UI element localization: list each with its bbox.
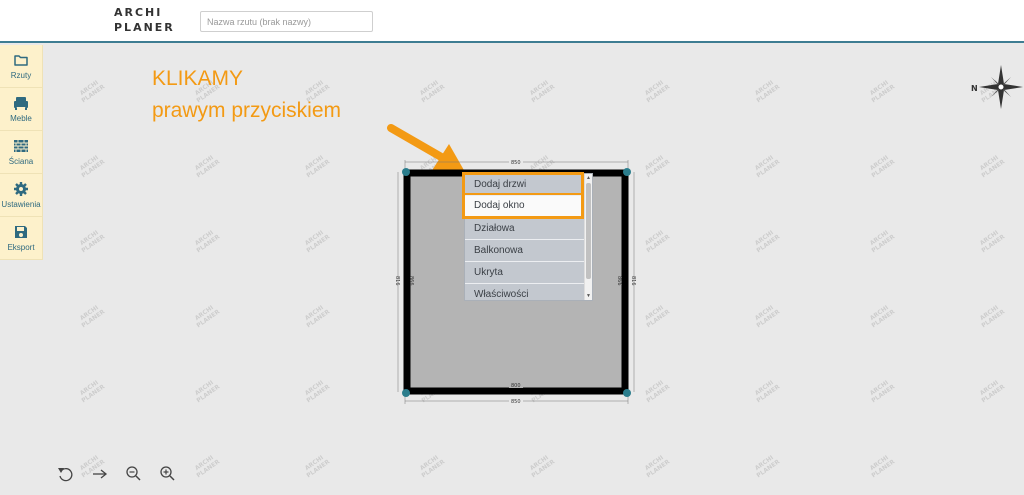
menu-item-properties[interactable]: Właściwości xyxy=(465,284,586,306)
sidebar-item-meble[interactable]: Meble xyxy=(0,88,43,131)
watermark-logo: ARCHIPLANER xyxy=(868,154,897,180)
sidebar: Rzuty Meble Ściana Ustawienia Eksport xyxy=(0,45,43,260)
context-menu-scrollbar[interactable]: ▲ ▼ xyxy=(584,174,592,300)
watermark-logo: ARCHIPLANER xyxy=(303,154,332,180)
watermark-logo: ARCHIPLANER xyxy=(753,454,782,480)
context-menu: Dodaj drzwi Dodaj okno Działowa Balkonow… xyxy=(464,173,593,301)
menu-item-balcony-wall[interactable]: Balkonowa xyxy=(465,240,586,262)
watermark-logo: ARCHIPLANER xyxy=(303,379,332,405)
watermark-logo: ARCHIPLANER xyxy=(643,304,672,330)
watermark-logo: ARCHIPLANER xyxy=(978,379,1007,405)
menu-item-add-door[interactable]: Dodaj drzwi xyxy=(465,174,586,196)
watermark-logo: ARCHIPLANER xyxy=(753,304,782,330)
gear-icon xyxy=(14,182,28,196)
watermark-logo: ARCHIPLANER xyxy=(643,379,672,405)
annotation-title: KLIKAMY xyxy=(152,67,244,90)
watermark-logo: ARCHIPLANER xyxy=(753,154,782,180)
watermark-logo: ARCHIPLANER xyxy=(418,454,447,480)
watermark-logo: ARCHIPLANER xyxy=(303,229,332,255)
logo-line-archi: ARCHI xyxy=(114,6,163,19)
corner-handle-top-left[interactable] xyxy=(402,168,410,176)
corner-handle-top-right[interactable] xyxy=(623,168,631,176)
menu-item-hidden-wall[interactable]: Ukryta xyxy=(465,262,586,284)
watermark-logo: ARCHIPLANER xyxy=(78,379,107,405)
watermark-logo: ARCHIPLANER xyxy=(868,304,897,330)
scroll-up-icon[interactable]: ▲ xyxy=(586,175,591,181)
sidebar-item-rzuty[interactable]: Rzuty xyxy=(0,45,43,88)
watermark-logo: ARCHIPLANER xyxy=(193,379,222,405)
zoom-out-icon[interactable] xyxy=(124,464,144,484)
menu-item-add-window[interactable]: Dodaj okno xyxy=(465,196,586,218)
redo-arrow-icon[interactable] xyxy=(90,464,110,484)
zoom-in-icon[interactable] xyxy=(158,464,178,484)
corner-handle-bottom-right[interactable] xyxy=(623,389,631,397)
dim-bottom-outer-label: 850 xyxy=(511,399,521,405)
dim-bottom-inner-label: 800 xyxy=(511,383,521,389)
dim-right-outer-label: 816 xyxy=(630,276,636,286)
sidebar-item-sciana[interactable]: Ściana xyxy=(0,131,43,174)
top-bar: ARCHI PLANER xyxy=(0,0,1024,43)
dim-left-outer-label: 816 xyxy=(394,276,400,286)
corner-handle-bottom-left[interactable] xyxy=(402,389,410,397)
watermark-logo: ARCHIPLANER xyxy=(978,229,1007,255)
menu-item-partition-wall[interactable]: Działowa xyxy=(465,218,586,240)
sidebar-item-ustawienia[interactable]: Ustawienia xyxy=(0,174,43,217)
dim-top-label: 850 xyxy=(511,160,521,166)
watermark-logo: ARCHIPLANER xyxy=(868,79,897,105)
compass-north-label: N xyxy=(971,84,978,93)
sidebar-item-label: Meble xyxy=(10,114,32,123)
logo-line-planer: PLANER xyxy=(114,21,175,34)
watermark-logo: ARCHIPLANER xyxy=(193,229,222,255)
watermark-logo: ARCHIPLANER xyxy=(868,454,897,480)
watermark-logo: ARCHIPLANER xyxy=(978,304,1007,330)
watermark-logo: ARCHIPLANER xyxy=(753,79,782,105)
watermark-logo: ARCHIPLANER xyxy=(303,454,332,480)
armchair-icon xyxy=(14,97,28,110)
watermark-logo: ARCHIPLANER xyxy=(78,229,107,255)
bottom-toolbar xyxy=(56,464,186,484)
sidebar-item-label: Ściana xyxy=(8,157,34,166)
watermark-logo: ARCHIPLANER xyxy=(643,229,672,255)
watermark-logo: ARCHIPLANER xyxy=(643,79,672,105)
plan-name-input[interactable] xyxy=(200,11,373,32)
watermark-logo: ARCHIPLANER xyxy=(193,154,222,180)
watermark-logo: ARCHIPLANER xyxy=(753,379,782,405)
watermark-logo: ARCHIPLANER xyxy=(868,229,897,255)
sidebar-item-label: Rzuty xyxy=(10,71,32,80)
scroll-down-icon[interactable]: ▼ xyxy=(586,293,591,299)
sidebar-item-label: Ustawienia xyxy=(1,200,41,209)
annotation-subtitle: prawym przyciskiem xyxy=(152,99,342,122)
app-logo[interactable]: ARCHI PLANER xyxy=(114,5,175,35)
watermark-logo: ARCHIPLANER xyxy=(303,304,332,330)
watermark-logo: ARCHIPLANER xyxy=(418,79,447,105)
folder-icon xyxy=(14,55,28,66)
scrollbar-thumb[interactable] xyxy=(586,183,591,279)
brick-wall-icon xyxy=(14,140,28,152)
watermark-logo: ARCHIPLANER xyxy=(193,454,222,480)
watermark-logo: ARCHIPLANER xyxy=(78,154,107,180)
watermark-logo: ARCHIPLANER xyxy=(978,154,1007,180)
watermark-logo: ARCHIPLANER xyxy=(753,229,782,255)
watermark-logo: ARCHIPLANER xyxy=(643,154,672,180)
watermark-logo: ARCHIPLANER xyxy=(78,79,107,105)
save-disk-icon xyxy=(15,226,27,238)
watermark-logo: ARCHIPLANER xyxy=(868,379,897,405)
watermark-logo: ARCHIPLANER xyxy=(528,79,557,105)
undo-icon[interactable] xyxy=(56,464,76,484)
sidebar-item-eksport[interactable]: Eksport xyxy=(0,217,43,260)
compass-rose: N xyxy=(971,65,1023,109)
watermark-logo: ARCHIPLANER xyxy=(193,304,222,330)
watermark-logo: ARCHIPLANER xyxy=(643,454,672,480)
sidebar-item-label: Eksport xyxy=(7,243,35,252)
watermark-logo: ARCHIPLANER xyxy=(78,304,107,330)
watermark-logo: ARCHIPLANER xyxy=(528,454,557,480)
dim-right-inner-label: 866 xyxy=(616,276,622,286)
dim-left-inner-label: 866 xyxy=(408,276,414,286)
